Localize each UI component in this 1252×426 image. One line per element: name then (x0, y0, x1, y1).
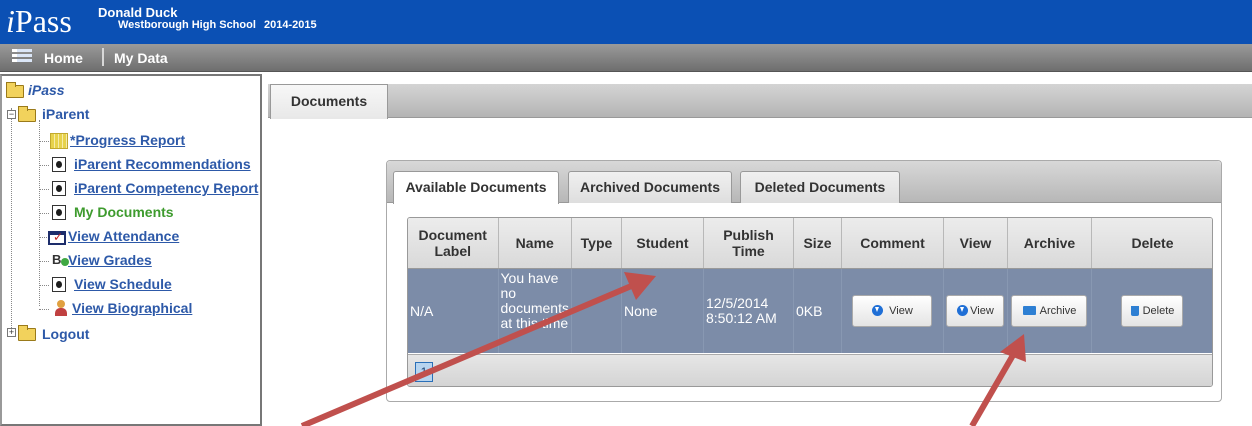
col-student[interactable]: Student (621, 218, 704, 269)
table-header-row: Document Label Name Type Student Publish… (408, 218, 1212, 269)
expand-toggle-icon[interactable]: + (7, 328, 16, 337)
collapse-toggle-icon[interactable]: − (7, 110, 16, 119)
progress-grid-icon (50, 133, 68, 149)
col-size[interactable]: Size (793, 218, 842, 269)
tree-item-view-attendance[interactable]: View Attendance (68, 228, 179, 244)
col-type[interactable]: Type (571, 218, 622, 269)
folder-open-icon (6, 82, 24, 98)
tree-line (39, 285, 49, 286)
view-button[interactable]: View (946, 294, 1005, 327)
cell-delete: Delete (1091, 268, 1212, 353)
document-icon (52, 157, 66, 172)
cell-student: None (621, 268, 704, 353)
tree-line (39, 165, 49, 166)
tree-item-logout[interactable]: Logout (42, 326, 89, 342)
cell-publish-time: 12/5/2014 8:50:12 AM (703, 268, 794, 353)
page-1-button[interactable]: 1 (415, 362, 433, 382)
tree-line (39, 141, 49, 142)
tree-root-ipass[interactable]: iPass (28, 82, 65, 98)
school-year: 2014-2015 (264, 19, 317, 31)
main-tabstrip (268, 84, 1252, 118)
cell-view: View (943, 268, 1008, 353)
app-header: iPass Donald Duck Westborough High Schoo… (0, 0, 1252, 44)
school-name: Westborough High School (118, 19, 256, 31)
ipass-logo: iPass (6, 4, 72, 38)
cell-type (571, 268, 622, 353)
documents-table: Document Label Name Type Student Publish… (407, 217, 1213, 387)
logo-letter: i (6, 3, 15, 39)
tree-item-my-documents[interactable]: My Documents (74, 204, 174, 220)
tree-line (39, 189, 49, 190)
tree-item-view-biographical[interactable]: View Biographical (72, 300, 192, 316)
tree-line (39, 261, 49, 262)
hamburger-list-icon[interactable] (12, 49, 32, 65)
documents-panel: Available Documents Archived Documents D… (386, 160, 1222, 402)
folder-closed-icon (18, 325, 36, 341)
nav-separator (102, 48, 104, 66)
document-icon (52, 205, 66, 220)
cell-document-label: N/A (408, 268, 499, 353)
folder-icon (1022, 306, 1036, 315)
col-name[interactable]: Name (498, 218, 572, 269)
col-delete[interactable]: Delete (1091, 218, 1212, 269)
trash-icon (1130, 305, 1139, 316)
tab-archived-documents[interactable]: Archived Documents (568, 171, 732, 203)
person-icon (54, 300, 68, 316)
tree-item-competency-report[interactable]: iParent Competency Report (74, 180, 258, 196)
documents-subtabs: Available Documents Archived Documents D… (387, 161, 1221, 204)
col-view[interactable]: View (943, 218, 1008, 269)
comment-view-button[interactable]: View (852, 294, 933, 327)
tree-item-iparent[interactable]: iParent (42, 106, 89, 122)
navigation-tree: iPass − iParent *Progress Report iParent… (0, 74, 262, 426)
cell-archive: Archive (1007, 268, 1092, 353)
delete-button[interactable]: Delete (1121, 294, 1184, 327)
col-comment[interactable]: Comment (841, 218, 944, 269)
tree-line (39, 309, 49, 310)
download-icon (957, 305, 969, 316)
grades-icon: B (52, 250, 69, 267)
tab-deleted-documents[interactable]: Deleted Documents (740, 171, 900, 203)
tree-item-view-schedule[interactable]: View Schedule (74, 276, 172, 292)
folder-open-icon (18, 106, 36, 122)
tree-line (39, 213, 49, 214)
top-navbar: Home My Data (0, 44, 1252, 72)
col-publish-time[interactable]: Publish Time (703, 218, 794, 269)
tab-available-documents[interactable]: Available Documents (393, 171, 559, 204)
cell-name: You have no documents at this time (498, 268, 572, 353)
tree-line (11, 108, 12, 332)
archive-button[interactable]: Archive (1011, 294, 1088, 327)
col-document-label[interactable]: Document Label (408, 218, 499, 269)
tree-item-view-grades[interactable]: View Grades (68, 252, 152, 268)
nav-home-link[interactable]: Home (44, 50, 83, 66)
user-name: Donald Duck (98, 5, 178, 20)
tree-item-progress-report[interactable]: *Progress Report (70, 132, 185, 148)
tab-documents[interactable]: Documents (270, 84, 388, 119)
document-icon (52, 277, 66, 292)
cell-size: 0KB (793, 268, 842, 353)
cell-comment: View (841, 268, 944, 353)
document-icon (52, 181, 66, 196)
attendance-icon (48, 230, 66, 245)
col-archive[interactable]: Archive (1007, 218, 1092, 269)
logo-text: Pass (14, 3, 72, 39)
table-pager: 1 (408, 354, 1212, 386)
nav-mydata-link[interactable]: My Data (114, 50, 168, 66)
table-row[interactable]: N/A You have no documents at this time N… (408, 268, 1212, 353)
tree-item-recommendations[interactable]: iParent Recommendations (74, 156, 251, 172)
download-icon (872, 305, 884, 316)
